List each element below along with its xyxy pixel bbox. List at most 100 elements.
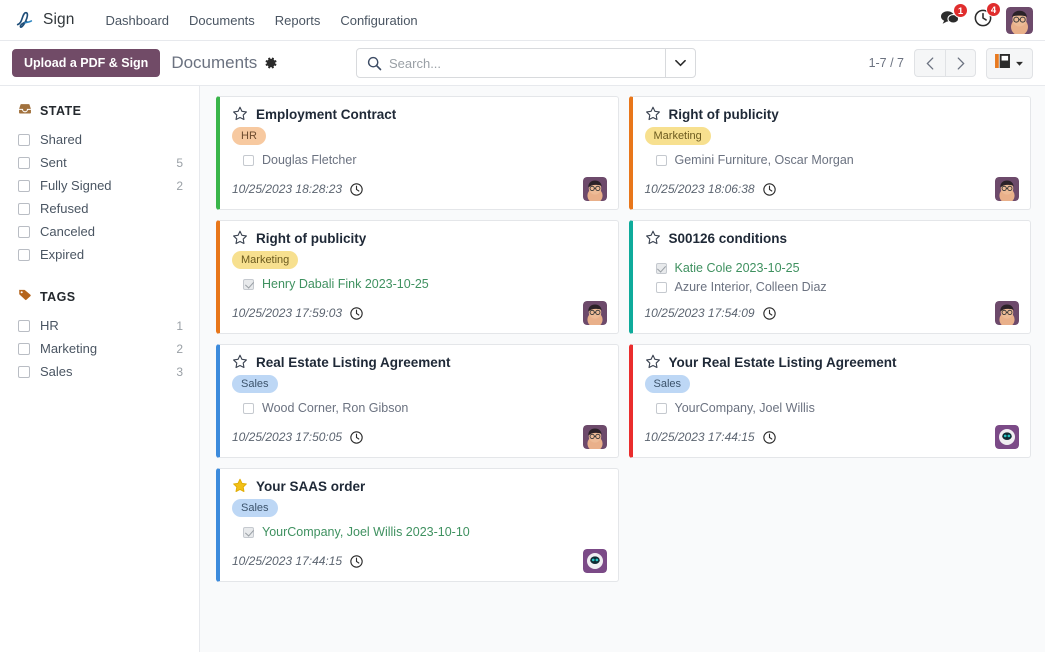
filter-expired[interactable]: Expired xyxy=(0,243,199,266)
activities-button[interactable]: 4 xyxy=(973,1,1001,33)
avatar[interactable] xyxy=(995,425,1019,449)
filter-tag-sales[interactable]: Sales 3 xyxy=(0,360,199,383)
clock-icon[interactable] xyxy=(762,306,776,320)
kanban-card-body[interactable]: Real Estate Listing Agreement Sales Wood C… xyxy=(216,344,619,458)
star-outline-icon[interactable] xyxy=(232,106,248,122)
signer-row: Katie Cole 2023-10-25 xyxy=(655,259,1020,278)
filter-fully-signed[interactable]: Fully Signed 2 xyxy=(0,174,199,197)
search-input[interactable] xyxy=(389,49,665,77)
kanban-card[interactable]: Your SAAS order Sales YourCompany, Joel Wi… xyxy=(211,468,624,592)
kanban-card-date: 10/25/2023 17:54:09 xyxy=(644,306,755,320)
checkbox-icon[interactable] xyxy=(18,365,30,378)
avatar[interactable] xyxy=(582,177,607,201)
signer-row: Wood Corner, Ron Gibson xyxy=(243,399,607,418)
filter-label: Expired xyxy=(40,247,85,262)
activities-badge: 4 xyxy=(986,1,1001,17)
checkbox-icon[interactable] xyxy=(18,156,30,169)
checkbox-icon[interactable] xyxy=(18,133,30,146)
star-outline-icon[interactable] xyxy=(645,230,661,246)
kanban-card[interactable]: S00126 conditions Katie Cole 2023-10-25 Az… xyxy=(624,220,1037,344)
menu-dashboard[interactable]: Dashboard xyxy=(96,8,178,33)
kanban-card-tag: Sales xyxy=(232,499,278,517)
filter-tag-hr[interactable]: HR 1 xyxy=(0,314,199,337)
checkbox-icon[interactable] xyxy=(18,342,30,355)
filter-section-state: STATE Shared Sent 5 Fully Signed 2 Refus… xyxy=(0,102,199,266)
tag-spacer xyxy=(645,251,1020,259)
inbox-icon xyxy=(18,102,32,119)
messages-badge: 1 xyxy=(953,2,968,18)
checkbox-icon[interactable] xyxy=(243,402,254,414)
clock-icon[interactable] xyxy=(350,182,363,196)
checkbox-icon[interactable] xyxy=(18,225,30,238)
kanban-card[interactable]: Real Estate Listing Agreement Sales Wood C… xyxy=(211,344,624,468)
kanban-card-title: Right of publicity xyxy=(668,106,779,122)
checkbox-icon[interactable] xyxy=(243,154,254,166)
star-outline-icon[interactable] xyxy=(232,354,248,370)
checkbox-checked-icon[interactable] xyxy=(655,262,667,274)
search-dropdown-toggle[interactable] xyxy=(665,49,695,77)
star-outline-icon[interactable] xyxy=(232,230,248,246)
checkbox-icon[interactable] xyxy=(655,402,667,414)
menu-reports[interactable]: Reports xyxy=(266,8,330,33)
filter-sent[interactable]: Sent 5 xyxy=(0,151,199,174)
star-filled-icon[interactable] xyxy=(232,478,248,494)
kanban-card-body[interactable]: Right of publicity Marketing Gemini Furnit… xyxy=(628,96,1031,210)
avatar[interactable] xyxy=(582,301,607,325)
clock-icon[interactable] xyxy=(350,554,363,568)
kanban-card-body[interactable]: S00126 conditions Katie Cole 2023-10-25 Az… xyxy=(628,220,1031,334)
app-brand[interactable]: Sign xyxy=(14,9,74,31)
clock-icon[interactable] xyxy=(762,430,776,444)
filter-label: Refused xyxy=(40,201,89,216)
signer-row: YourCompany, Joel Willis xyxy=(655,399,1020,418)
clock-icon[interactable] xyxy=(350,306,363,320)
kanban-card-body[interactable]: Your SAAS order Sales YourCompany, Joel Wi… xyxy=(216,468,619,582)
avatar[interactable] xyxy=(582,425,607,449)
kanban-card-title: S00126 conditions xyxy=(668,230,788,246)
kanban-card-date: 10/25/2023 17:44:15 xyxy=(644,430,755,444)
gear-icon[interactable] xyxy=(264,56,278,70)
star-outline-icon[interactable] xyxy=(645,354,661,370)
kanban-card-footer: 10/25/2023 17:50:05 xyxy=(232,425,607,449)
checkbox-icon[interactable] xyxy=(655,154,667,166)
checkbox-checked-icon[interactable] xyxy=(243,526,254,538)
kanban-card[interactable]: Right of publicity Marketing Henry Dabali … xyxy=(211,220,624,344)
star-outline-icon[interactable] xyxy=(645,106,661,122)
checkbox-icon[interactable] xyxy=(18,319,30,332)
checkbox-icon[interactable] xyxy=(18,248,30,261)
checkbox-checked-icon[interactable] xyxy=(243,278,254,290)
signer-row: Douglas Fletcher xyxy=(243,151,607,170)
search-view xyxy=(356,48,696,78)
user-avatar[interactable] xyxy=(1006,6,1033,34)
kanban-card[interactable]: Right of publicity Marketing Gemini Furnit… xyxy=(624,96,1037,220)
pager-next-button[interactable] xyxy=(945,49,976,77)
clock-icon[interactable] xyxy=(762,182,776,196)
filter-tag-marketing[interactable]: Marketing 2 xyxy=(0,337,199,360)
filter-canceled[interactable]: Canceled xyxy=(0,220,199,243)
kanban-card-tag: Sales xyxy=(644,375,691,393)
view-switcher-kanban[interactable] xyxy=(986,47,1033,79)
checkbox-icon[interactable] xyxy=(655,281,667,293)
clock-icon[interactable] xyxy=(350,430,363,444)
filter-shared[interactable]: Shared xyxy=(0,128,199,151)
avatar[interactable] xyxy=(995,301,1019,325)
signer-name: Wood Corner, Ron Gibson xyxy=(262,400,409,415)
caret-down-icon xyxy=(1015,54,1024,72)
avatar[interactable] xyxy=(582,549,607,573)
avatar[interactable] xyxy=(995,177,1019,201)
kanban-card-body[interactable]: Employment Contract HR Douglas Fletcher 10/… xyxy=(216,96,619,210)
messages-button[interactable]: 1 xyxy=(940,2,968,32)
kanban-card-footer: 10/25/2023 17:44:15 xyxy=(232,549,607,573)
checkbox-icon[interactable] xyxy=(18,202,30,215)
kanban-card-header: Employment Contract xyxy=(232,106,607,122)
kanban-card-body[interactable]: Right of publicity Marketing Henry Dabali … xyxy=(216,220,619,334)
pager-previous-button[interactable] xyxy=(914,49,945,77)
filter-refused[interactable]: Refused xyxy=(0,197,199,220)
menu-configuration[interactable]: Configuration xyxy=(331,8,426,33)
checkbox-icon[interactable] xyxy=(18,179,30,192)
kanban-card[interactable]: Employment Contract HR Douglas Fletcher 10/… xyxy=(211,96,624,220)
kanban-card[interactable]: Your Real Estate Listing Agreement Sales Y… xyxy=(624,344,1037,468)
kanban-card-header: Real Estate Listing Agreement xyxy=(232,354,607,370)
kanban-card-body[interactable]: Your Real Estate Listing Agreement Sales Y… xyxy=(628,344,1031,458)
menu-documents[interactable]: Documents xyxy=(180,8,264,33)
upload-pdf-sign-button[interactable]: Upload a PDF & Sign xyxy=(12,49,161,77)
